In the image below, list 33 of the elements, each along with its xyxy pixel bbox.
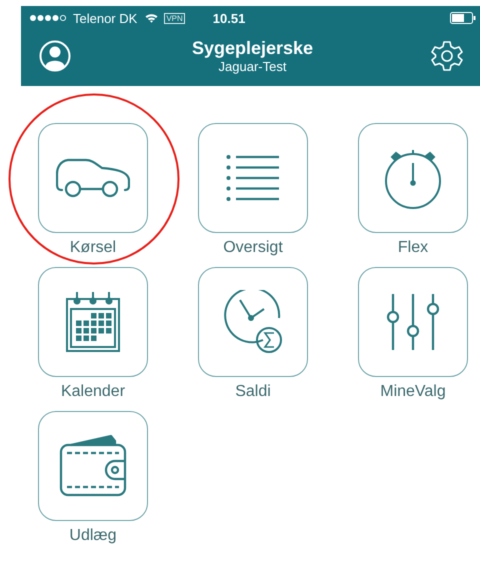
status-time: 10.51 (212, 10, 246, 26)
menu-tile[interactable] (38, 123, 148, 233)
tile-label: Flex (398, 238, 428, 258)
screen-subtitle: Jaguar-Test (218, 59, 286, 74)
tile-label: Kørsel (70, 238, 116, 258)
menu-tile[interactable] (198, 123, 308, 233)
calendar-icon (65, 291, 121, 353)
tile-label: Udlæg (69, 526, 117, 546)
list-icon (226, 154, 280, 202)
stopwatch-icon (383, 147, 443, 209)
vpn-badge: VPN (164, 12, 185, 24)
battery-icon (450, 12, 476, 24)
tile-label: Kalender (60, 382, 126, 402)
user-icon (39, 40, 71, 72)
menu-tile[interactable] (38, 411, 148, 521)
sliders-icon (386, 293, 440, 351)
wifi-icon (145, 13, 158, 23)
wallet-icon (59, 435, 127, 497)
profile-button[interactable] (39, 40, 71, 72)
tile-label: Oversigt (223, 238, 283, 258)
tile-label: MineValg (380, 382, 446, 402)
menu-tile[interactable] (358, 267, 468, 377)
settings-icon (430, 39, 464, 73)
screen-title: Sygeplejerske (192, 38, 314, 59)
carrier-name: Telenor DK (73, 10, 138, 26)
car-icon (56, 158, 130, 198)
signal-icon (29, 14, 67, 22)
menu-tile[interactable] (358, 123, 468, 233)
tile-label: Saldi (235, 382, 271, 402)
menu-tile[interactable] (198, 267, 308, 377)
clock-sum-icon (223, 290, 283, 354)
settings-button[interactable] (430, 39, 464, 73)
menu-tile[interactable] (38, 267, 148, 377)
